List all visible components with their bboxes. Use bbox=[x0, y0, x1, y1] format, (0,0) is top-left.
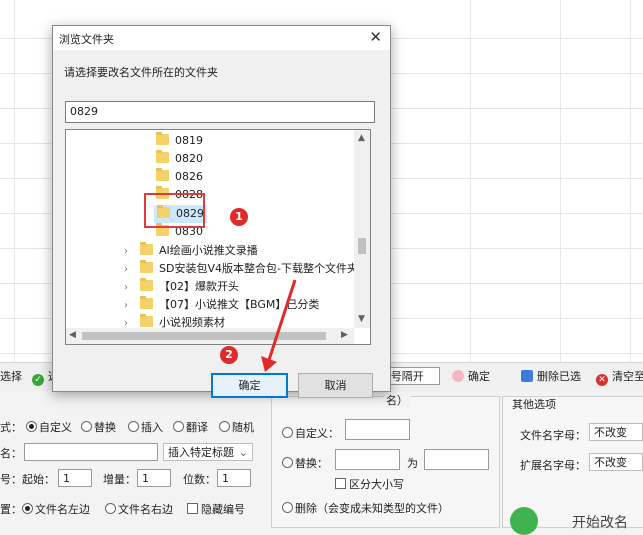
position-label: 置： bbox=[0, 503, 22, 516]
pos-left-radio[interactable]: 文件名左边 bbox=[22, 501, 90, 517]
select-button[interactable]: 选择 bbox=[0, 368, 22, 386]
ext-to-label: 为 bbox=[407, 457, 418, 470]
tree-item-parent-3[interactable]: › 【02】爆款开头 bbox=[124, 278, 239, 296]
toolbar-confirm-button[interactable]: 确定 bbox=[452, 368, 490, 386]
highlight-box bbox=[144, 193, 205, 228]
folder-icon bbox=[140, 242, 153, 255]
folder-icon bbox=[140, 314, 153, 327]
delete-list-icon bbox=[521, 370, 533, 382]
chevron-down-icon: ⌄ bbox=[238, 446, 248, 459]
tree-item-parent-1[interactable]: › AI绘画小说推文录播 bbox=[124, 242, 258, 260]
horizontal-scrollbar[interactable]: ◀ ▶ bbox=[66, 328, 354, 344]
mode-replace-radio[interactable]: 替换 bbox=[81, 419, 116, 435]
folder-icon bbox=[156, 132, 169, 145]
mode-random-radio[interactable]: 随机 bbox=[219, 419, 254, 435]
chevron-right-icon: › bbox=[124, 264, 128, 275]
filename-case-select[interactable]: 不改变 bbox=[589, 423, 643, 441]
close-icon[interactable]: ✕ bbox=[369, 28, 382, 46]
hide-number-checkbox[interactable]: 隐藏编号 bbox=[187, 501, 245, 517]
pos-right-radio[interactable]: 文件名右边 bbox=[105, 501, 173, 517]
ext-custom-input[interactable] bbox=[345, 419, 410, 440]
dialog-prompt: 请选择要改名文件所在的文件夹 bbox=[64, 66, 218, 79]
scroll-right-icon[interactable]: ▶ bbox=[341, 330, 348, 340]
ext-case-label: 扩展名字母： bbox=[520, 459, 586, 472]
folder-icon bbox=[140, 296, 153, 309]
insert-title-select[interactable]: 插入特定标题 ⌄ bbox=[163, 443, 253, 461]
check-circle-icon: ✓ bbox=[32, 374, 44, 386]
increment-label: 增量： bbox=[103, 473, 136, 486]
ext-custom-radio[interactable]: 自定义： bbox=[282, 425, 339, 441]
folder-icon bbox=[156, 168, 169, 181]
other-options-title: 其他选项 bbox=[512, 398, 556, 411]
vertical-scroll-thumb[interactable] bbox=[358, 238, 366, 254]
step-2-badge: 2 bbox=[220, 346, 238, 364]
start-rename-icon bbox=[510, 507, 538, 535]
tree-item-0826[interactable]: 0826 bbox=[156, 168, 203, 186]
mode-label: 式： bbox=[0, 421, 22, 434]
ext-case-checkbox[interactable]: 区分大小写 bbox=[335, 476, 404, 492]
scroll-left-icon[interactable]: ◀ bbox=[69, 330, 76, 340]
chevron-right-icon: › bbox=[124, 300, 128, 311]
dialog-title: 浏览文件夹 bbox=[59, 33, 114, 46]
folder-icon bbox=[140, 260, 153, 273]
chevron-right-icon: › bbox=[124, 246, 128, 257]
cancel-button[interactable]: 取消 bbox=[298, 373, 373, 398]
mode-custom-radio[interactable]: 自定义 bbox=[26, 419, 72, 435]
dialog-titlebar: 浏览文件夹 ✕ bbox=[53, 26, 390, 50]
folder-icon bbox=[140, 278, 153, 291]
clear-icon: ✕ bbox=[596, 374, 608, 386]
ext-replace-to-input[interactable] bbox=[424, 449, 489, 470]
filename-case-label: 文件名字母： bbox=[520, 429, 586, 442]
vertical-scrollbar[interactable]: ▲ ▼ bbox=[354, 130, 370, 328]
start-input[interactable]: 1 bbox=[58, 469, 92, 487]
start-rename-button[interactable]: 开始改名 bbox=[572, 512, 628, 532]
hand-icon bbox=[452, 370, 464, 382]
ext-case-select[interactable]: 不改变 bbox=[589, 453, 643, 471]
mode-translate-radio[interactable]: 翻译 bbox=[173, 419, 208, 435]
folder-tree[interactable]: 0819 0820 0826 0828 0829 0830 › AI绘画小说推文录… bbox=[65, 129, 371, 345]
tree-item-0820[interactable]: 0820 bbox=[156, 150, 203, 168]
ext-replace-from-input[interactable] bbox=[335, 449, 400, 470]
start-label: 起始： bbox=[22, 473, 55, 486]
mode-insert-radio[interactable]: 插入 bbox=[128, 419, 163, 435]
folder-icon bbox=[156, 150, 169, 163]
ok-button[interactable]: 确定 bbox=[211, 373, 288, 398]
number-label: 号： bbox=[0, 473, 22, 486]
tree-item-0819[interactable]: 0819 bbox=[156, 132, 203, 150]
digits-input[interactable]: 1 bbox=[217, 469, 251, 487]
arrow-pointer-icon bbox=[261, 279, 297, 372]
clear-button[interactable]: ✕ 清空至 bbox=[596, 368, 643, 386]
ext-replace-radio[interactable]: 替换： bbox=[282, 455, 328, 471]
step-1-badge: 1 bbox=[230, 208, 248, 226]
folder-path-input[interactable]: 0829 bbox=[65, 101, 375, 123]
name-label: 名： bbox=[0, 447, 22, 460]
ext-delete-radio[interactable]: 删除（会变成未知类型的文件） bbox=[282, 500, 449, 516]
extension-panel-title: 名） bbox=[384, 392, 410, 408]
digits-label: 位数： bbox=[183, 473, 216, 486]
increment-input[interactable]: 1 bbox=[137, 469, 171, 487]
delete-selected-button[interactable]: 删除已选 bbox=[521, 368, 581, 386]
custom-name-input[interactable] bbox=[24, 443, 158, 461]
scroll-down-icon[interactable]: ▼ bbox=[358, 314, 365, 324]
scroll-up-icon[interactable]: ▲ bbox=[358, 133, 365, 143]
browse-folder-dialog: 浏览文件夹 ✕ 请选择要改名文件所在的文件夹 0829 0819 0820 08… bbox=[52, 25, 391, 398]
chevron-right-icon: › bbox=[124, 282, 128, 293]
tree-item-parent-2[interactable]: › SD安装包V4版本整合包-下载整个文件夹 bbox=[124, 260, 358, 278]
